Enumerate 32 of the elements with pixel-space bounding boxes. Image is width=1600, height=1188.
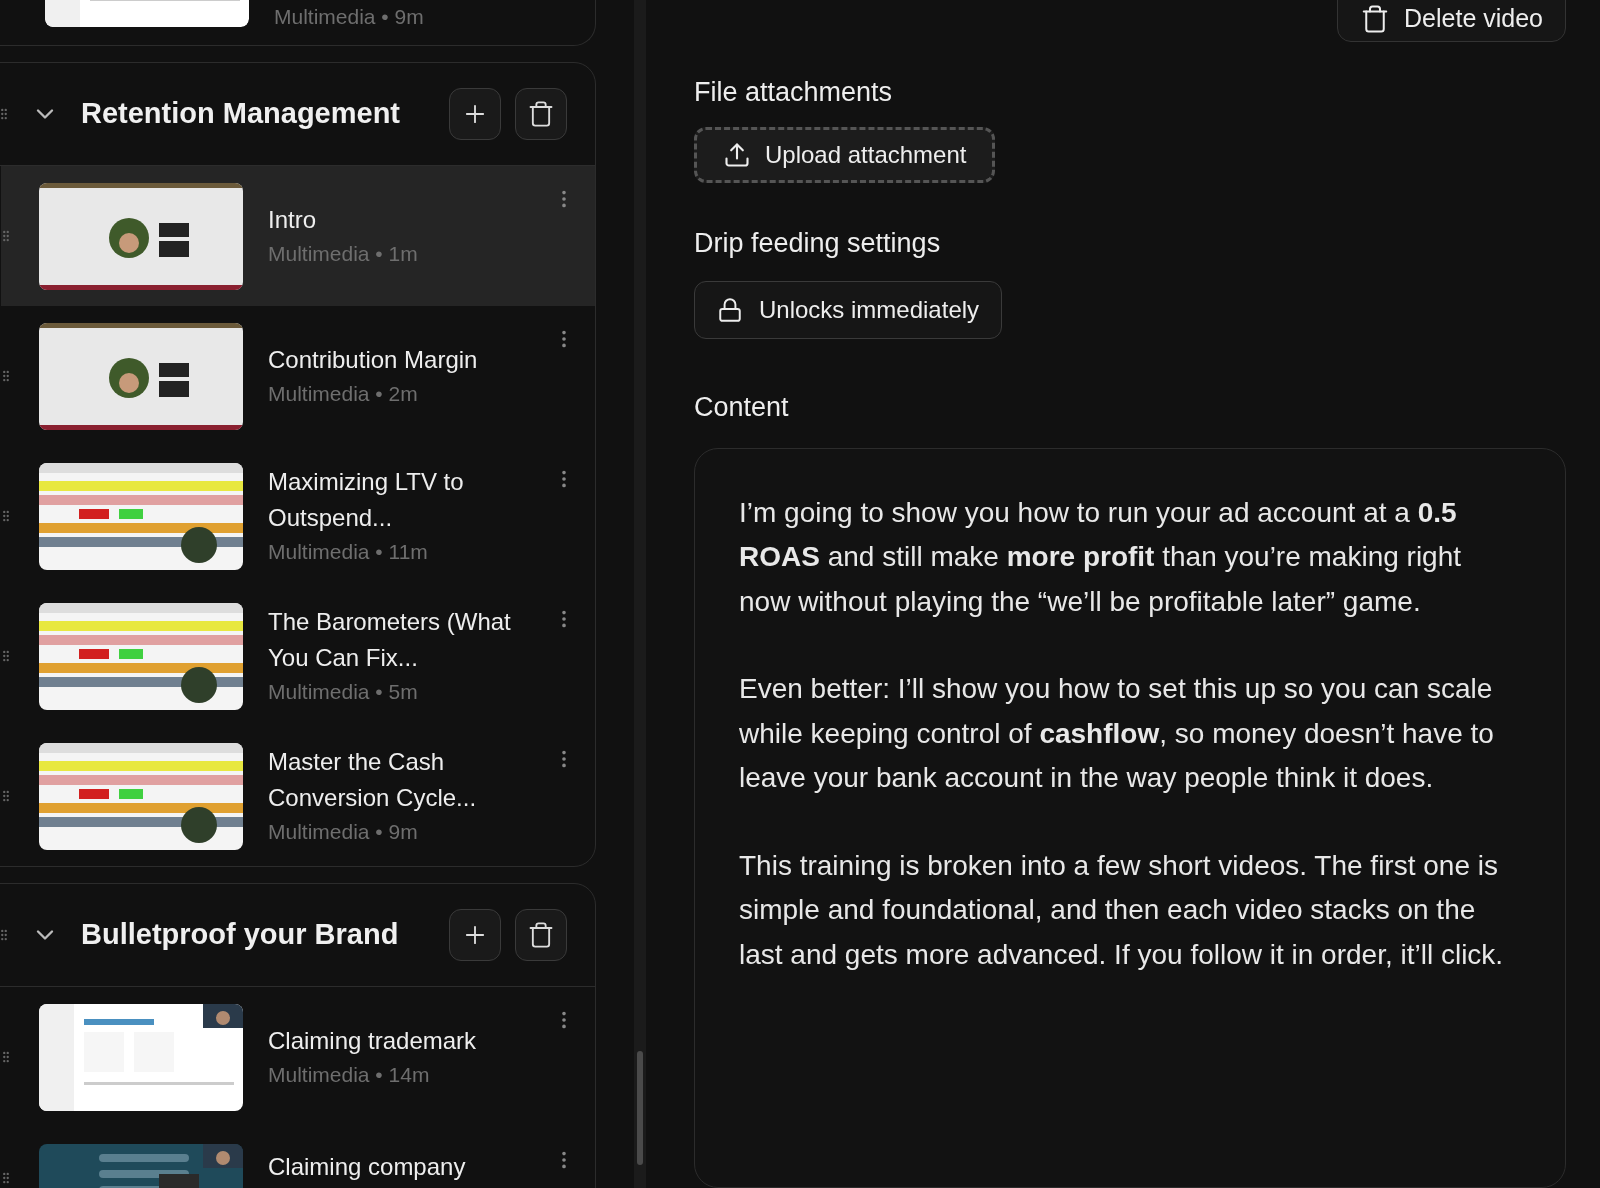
unlock-setting-button[interactable]: Unlocks immediately	[694, 281, 1003, 339]
section-heading: File attachments	[694, 76, 894, 109]
lesson-item[interactable]: Claiming trademark Multimedia • 14m	[1, 987, 595, 1127]
lesson-title: Contribution Margin	[268, 345, 479, 375]
lesson-item[interactable]: The Barometers (What You Can Fix... Multimedia • 5m	[1, 586, 595, 726]
delete-video-button[interactable]: Delete video	[1337, 0, 1566, 42]
lesson-title: Master the Cash Conversion Cycle...	[268, 747, 478, 813]
lesson-meta: Multimedia • 14m	[268, 1062, 431, 1088]
content-paragraph: I’m going to show you how to run your ad account at a 0.5 ROAS and still make more profit than you’re making right now without playing the “we’ll be profitable later” game.	[739, 495, 1463, 619]
lesson-item[interactable]: Intro Multimedia • 1m	[1, 166, 595, 306]
lesson-meta: Multimedia • 1m	[268, 241, 419, 267]
section-title: Retention Management	[81, 96, 402, 132]
lesson-item[interactable]: Master the Cash Conversion Cycle... Multimedia • 9m	[1, 726, 595, 866]
lesson-meta: Multimedia • 9m	[268, 819, 419, 845]
lesson-title: Claiming company	[268, 1152, 467, 1182]
section-title: Bulletproof your Brand	[81, 917, 400, 953]
lesson-item[interactable]: Contribution Margin Multimedia • 2m	[1, 306, 595, 446]
lesson-meta: Multimedia • 11m	[268, 539, 429, 565]
section-heading: Drip feeding settings	[694, 226, 942, 260]
lesson-title: Maximizing LTV to Outspend...	[268, 467, 465, 533]
lesson-meta: Multimedia • 2m	[268, 381, 419, 407]
section-heading: Content	[694, 391, 790, 424]
lesson-title: Intro	[268, 205, 318, 235]
upload-attachment-button[interactable]: Upload attachment	[694, 126, 996, 183]
lesson-title: Claiming trademark	[268, 1026, 478, 1056]
lesson-title: The Barometers (What You Can Fix...	[268, 607, 512, 673]
lesson-item[interactable]: Claiming company	[1, 1127, 595, 1188]
lesson-item[interactable]: Maximizing LTV to Outspend... Multimedia • 11m	[1, 446, 595, 586]
content-paragraph: This training is broken into a few short videos. The first one is simple and foundational, and then each video stacks on the last and gets more advanced. If you follow it in order, it’ll click.	[739, 848, 1505, 972]
content-paragraph: Even better: I’ll show you how to set this up so you can scale while keeping control of cashflow, so money doesn’t have to leave your bank account in the way people think it does.	[739, 672, 1495, 795]
lesson-meta: Multimedia • 9m	[274, 4, 424, 30]
lesson-meta: Multimedia • 5m	[268, 679, 419, 705]
